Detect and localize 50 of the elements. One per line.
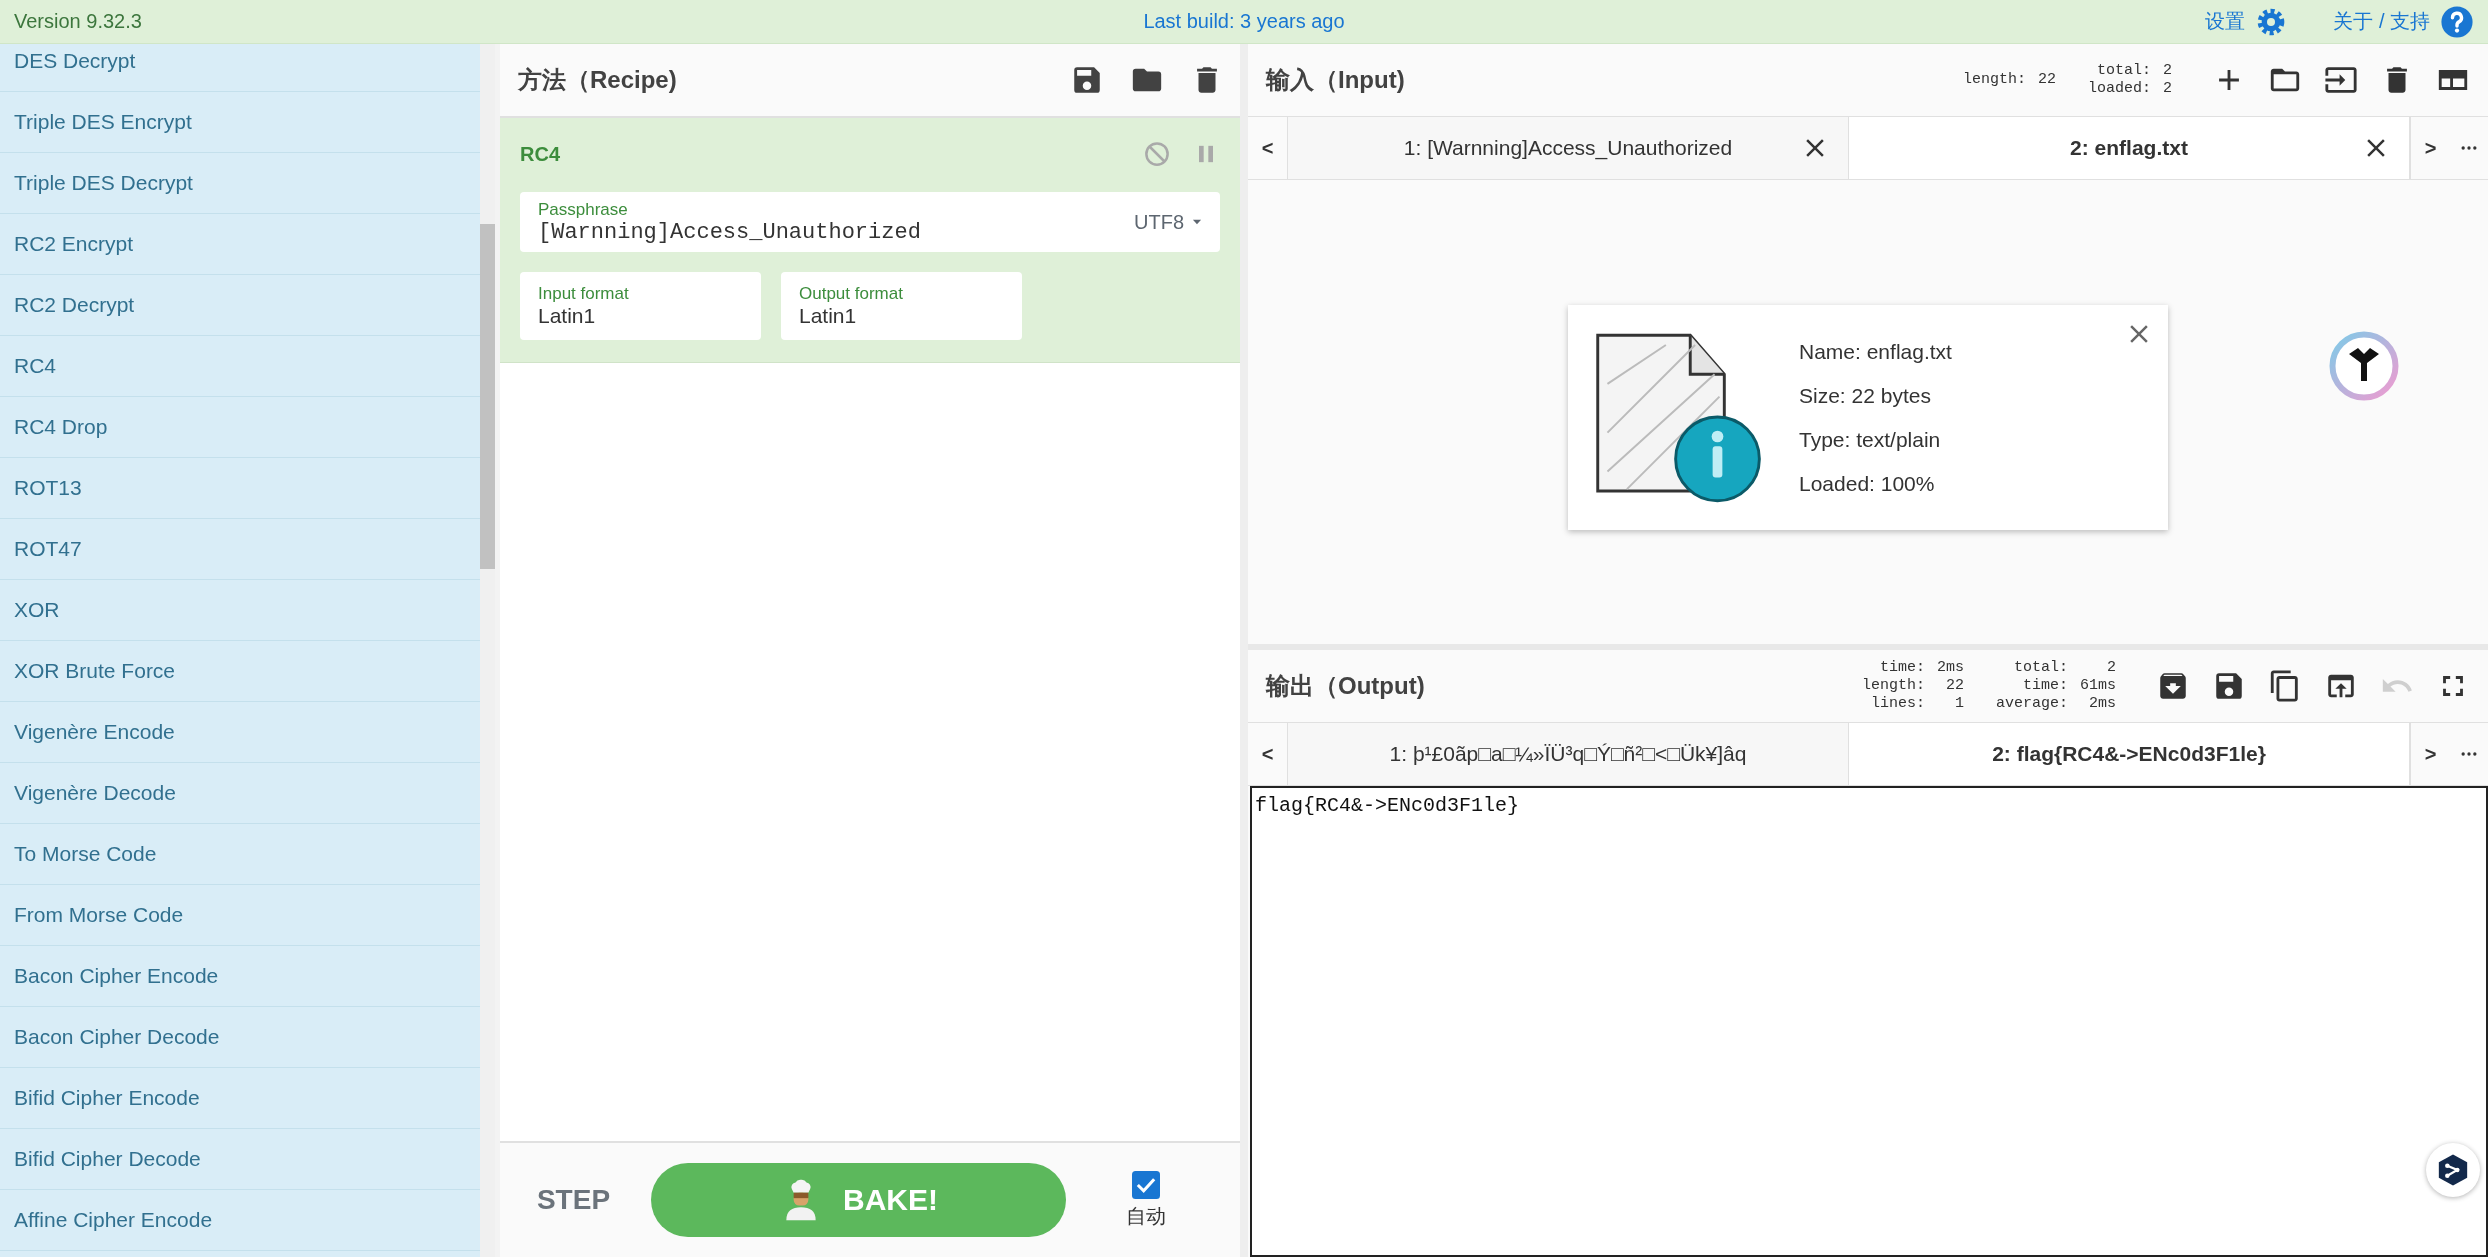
format-dropdown[interactable]: Input format Latin1	[520, 272, 761, 340]
floating-share-button[interactable]	[2426, 1143, 2480, 1197]
encoding-dropdown[interactable]: UTF8	[1134, 210, 1204, 234]
file-tab[interactable]: 2: enflag.txt	[1849, 117, 2410, 179]
stat-value: 61ms	[2080, 677, 2116, 695]
scrollbar-thumb[interactable]	[480, 224, 495, 569]
stat-label: time:	[2021, 677, 2068, 695]
about-support-link[interactable]: 关于 / 支持	[2333, 8, 2430, 35]
panel-resize-handle[interactable]	[495, 44, 500, 1257]
output-text: flag{RC4&->ENc0d3F1le}	[1254, 793, 1521, 819]
stat-value: 2	[2163, 80, 2172, 98]
stat-label: total:	[2012, 659, 2068, 677]
share-icon[interactable]	[2436, 1153, 2470, 1187]
stat-label: total:	[2095, 62, 2151, 80]
stat-value: 2	[2106, 659, 2116, 677]
stat-value: 2ms	[1936, 659, 1964, 677]
version-label: Version 9.32.3	[14, 10, 143, 33]
stat-label: loaded:	[2087, 80, 2151, 98]
scrollbar[interactable]	[480, 44, 495, 1257]
help-icon[interactable]	[2440, 4, 2474, 39]
extension-logo-icon[interactable]	[2328, 330, 2400, 402]
auto-bake-label: 自动	[1126, 1203, 1166, 1229]
file-size: Size: 22 bytes	[1799, 383, 1932, 408]
last-build-label: Last build: 3 years ago	[1142, 10, 1346, 33]
step-button[interactable]: STEP	[536, 1184, 611, 1216]
stat-label: time:	[1878, 659, 1925, 677]
stat-value: 2ms	[2088, 695, 2116, 713]
passphrase-field[interactable]: Passphrase [Warnning]Access_Unauthorized UTF8	[520, 192, 1220, 252]
recipe-title: 方法（Recipe)	[518, 65, 678, 95]
file-loaded: Loaded: 100%	[1799, 471, 1936, 496]
file-name: Name: enflag.txt	[1799, 339, 1953, 364]
stat-value: 1	[1953, 695, 1964, 713]
operation-title: RC4	[520, 142, 561, 166]
format-dropdown[interactable]: Output format Latin1	[781, 272, 1022, 340]
stat-value: 2	[2163, 62, 2172, 80]
bake-button[interactable]: BAKE!	[651, 1163, 1066, 1237]
stat-value: 22	[2037, 71, 2056, 89]
stat-label: length:	[1861, 677, 1925, 695]
stat-label: length:	[1962, 71, 2026, 89]
stat-value: 22	[1944, 677, 1964, 695]
stat-label: average:	[1995, 695, 2068, 713]
panel-resize-handle[interactable]	[1240, 44, 1248, 1257]
output-title: 输出（Output)	[1266, 671, 1426, 701]
stat-label: lines:	[1869, 695, 1925, 713]
file-tab[interactable]: 2: flag{RC4&->ENc0d3F1le}	[1849, 723, 2410, 785]
auto-bake-checkbox[interactable]	[1132, 1170, 1160, 1199]
settings-link[interactable]: 设置	[2205, 8, 2246, 35]
operation-item[interactable]: DES Decrypt	[0, 44, 480, 92]
file-type: Type: text/plain	[1799, 427, 1942, 452]
input-title: 输入（Input)	[1266, 65, 1406, 95]
